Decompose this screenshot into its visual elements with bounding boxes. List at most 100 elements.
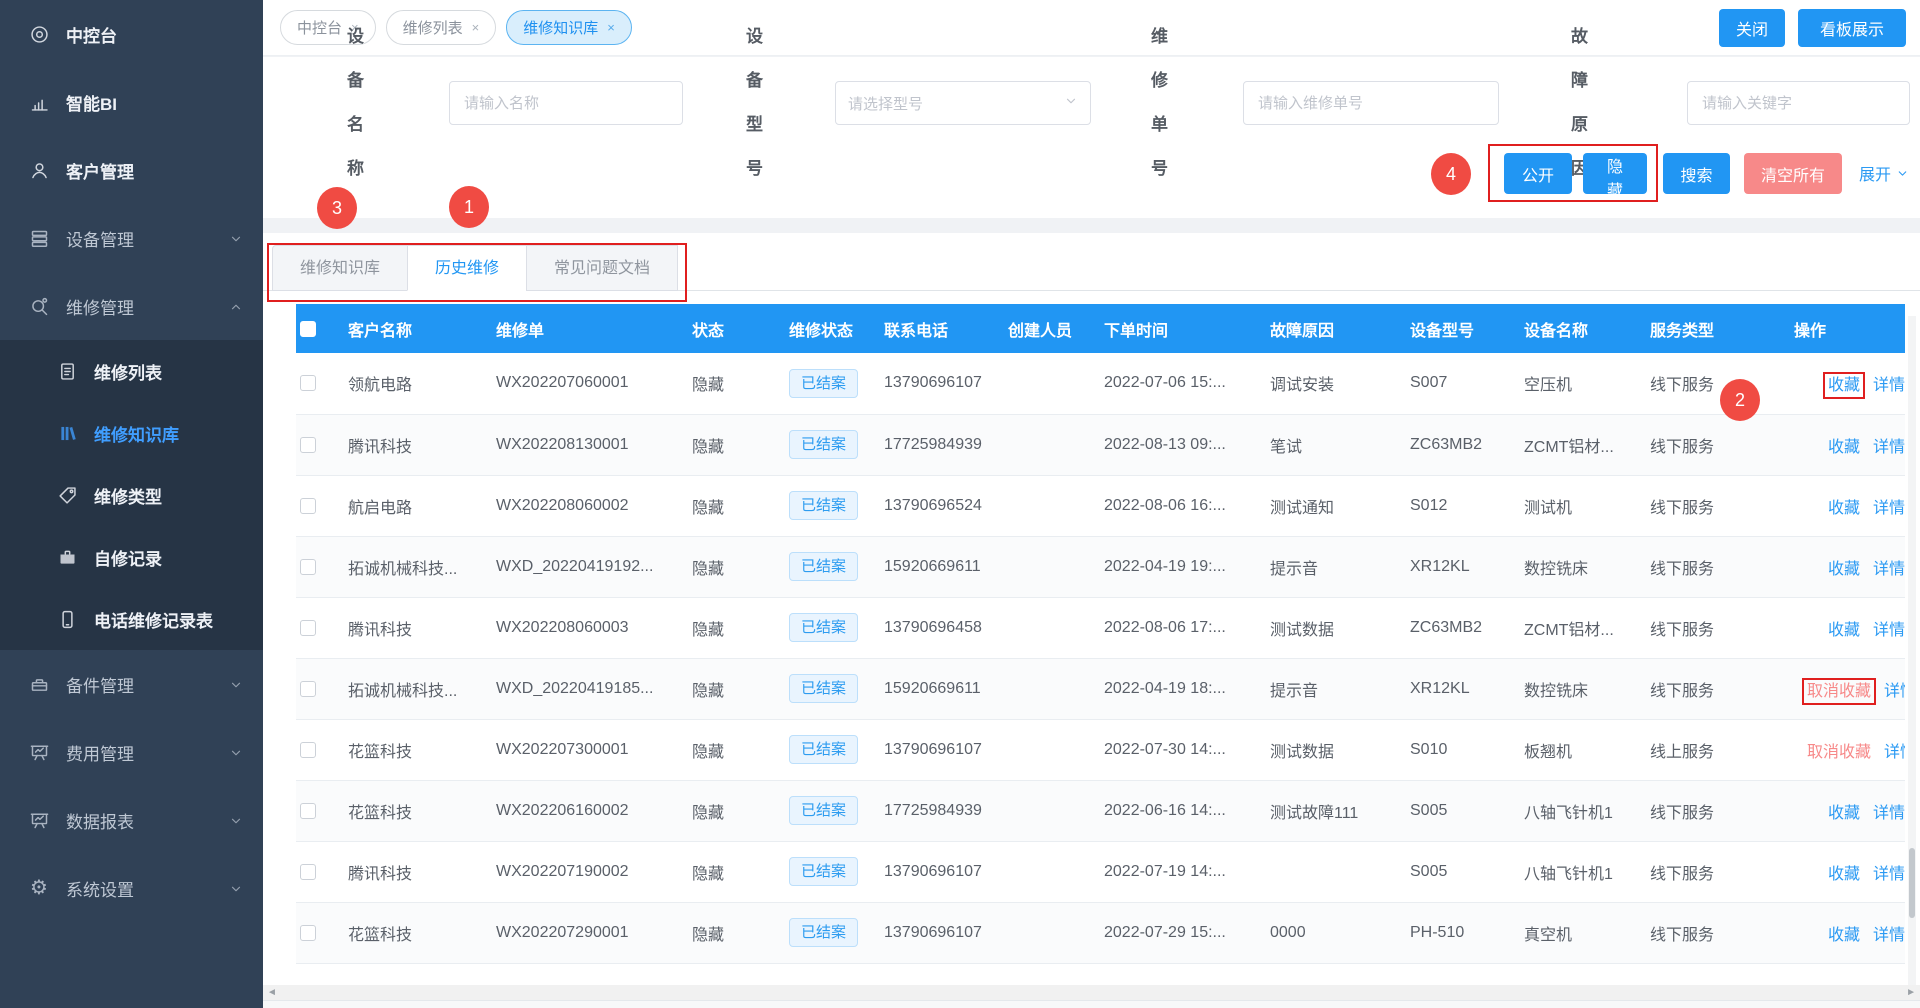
sidebar-item-label: 数据报表 [66, 808, 134, 833]
detail-link[interactable]: 详情 [1873, 866, 1905, 883]
bottom-strip [263, 1000, 1920, 1008]
cell-model: S005 [1406, 780, 1520, 841]
detail-link[interactable]: 详情 [1873, 927, 1905, 944]
sidebar-item-self-repair-records[interactable]: 自修记录 [0, 526, 263, 588]
table-row: 航启电路WX202208060002隐藏已结案137906965242022-0… [296, 475, 1905, 536]
row-checkbox[interactable] [300, 620, 316, 636]
sidebar-item-repair-mgmt[interactable]: 维修管理 [0, 272, 263, 340]
column-header: 服务类型 [1646, 304, 1790, 353]
favorite-link[interactable]: 收藏 [1828, 622, 1860, 639]
cell-service: 线下服务 [1646, 902, 1790, 963]
scroll-right-icon[interactable]: ► [1906, 988, 1916, 998]
close-icon[interactable]: × [472, 20, 480, 35]
detail-link[interactable]: 详情 [1873, 439, 1905, 456]
chevron-down-icon [229, 745, 243, 759]
table-row: 腾讯科技WX202208130001隐藏已结案177259849392022-0… [296, 414, 1905, 475]
page-tag-repair-list[interactable]: 维修列表× [386, 10, 497, 45]
row-checkbox-cell [296, 597, 344, 658]
row-checkbox[interactable] [300, 742, 316, 758]
favorite-link[interactable]: 收藏 [1828, 561, 1860, 578]
repair-status-badge: 已结案 [789, 552, 858, 581]
cell-customer: 领航电路 [344, 353, 492, 414]
favorite-link[interactable]: 收藏 [1828, 866, 1860, 883]
expand-link[interactable]: 展开 [1859, 161, 1909, 185]
sidebar-item-customer-mgmt[interactable]: 客户管理 [0, 136, 263, 204]
sidebar-item-label: 费用管理 [66, 740, 134, 765]
cell-order: WX202207190002 [492, 841, 688, 902]
hide-button[interactable]: 隐藏 [1583, 153, 1647, 194]
cell-service: 线下服务 [1646, 780, 1790, 841]
filter-actions: 公开 隐藏 搜索 清空所有 展开 [263, 153, 1920, 194]
public-button[interactable]: 公开 [1504, 153, 1572, 194]
chevron-down-icon [229, 813, 243, 827]
table-row: 拓诚机械科技...WXD_20220419185...隐藏已结案15920669… [296, 658, 1905, 719]
filter-control-device-model: 请选择型号 [835, 81, 1091, 125]
row-checkbox[interactable] [300, 864, 316, 880]
row-checkbox[interactable] [300, 498, 316, 514]
sidebar-item-data-reports[interactable]: 数据报表 [0, 786, 263, 854]
row-checkbox[interactable] [300, 375, 316, 391]
search-button[interactable]: 搜索 [1663, 153, 1730, 194]
close-button[interactable]: 关闭 [1719, 9, 1785, 47]
repair-status-badge: 已结案 [789, 857, 858, 886]
detail-link[interactable]: 详情 [1873, 561, 1905, 578]
favorite-link[interactable]: 收藏 [1828, 927, 1860, 944]
detail-link[interactable]: 详情 [1873, 377, 1905, 394]
sidebar-item-console[interactable]: 中控台 [0, 0, 263, 68]
sidebar-item-system-settings[interactable]: ⚙系统设置 [0, 854, 263, 922]
sidebar-item-spare-parts-mgmt[interactable]: 备件管理 [0, 650, 263, 718]
row-checkbox[interactable] [300, 803, 316, 819]
tab-history-repair[interactable]: 历史维修 [407, 245, 527, 291]
detail-link[interactable]: 详情 [1873, 805, 1905, 822]
sidebar-item-repair-list[interactable]: 维修列表 [0, 340, 263, 402]
sidebar-item-label: 智能BI [66, 90, 117, 115]
tab-repair-knowledge[interactable]: 维修知识库 [272, 245, 408, 291]
favorite-link[interactable]: 收藏 [1828, 377, 1860, 394]
row-checkbox[interactable] [300, 681, 316, 697]
repair-status-badge: 已结案 [789, 918, 858, 947]
board-display-button[interactable]: 看板展示 [1798, 9, 1906, 47]
vertical-scrollbar[interactable] [1908, 316, 1916, 985]
scroll-left-icon[interactable]: ◄ [267, 988, 277, 998]
row-checkbox[interactable] [300, 925, 316, 941]
favorite-link[interactable]: 收藏 [1828, 439, 1860, 456]
sidebar-item-label: 客户管理 [66, 158, 134, 183]
detail-link[interactable]: 详情 [1884, 744, 1905, 761]
tab-faq-docs[interactable]: 常见问题文档 [526, 245, 678, 291]
table-row: 花篮科技WX202207300001隐藏已结案137906961072022-0… [296, 719, 1905, 780]
detail-link[interactable]: 详情 [1884, 683, 1905, 700]
fault-reason-input[interactable] [1687, 81, 1910, 125]
detail-link[interactable]: 详情 [1873, 500, 1905, 517]
cell-operations: 收藏详情 [1790, 353, 1905, 414]
cancel-favorite-link[interactable]: 取消收藏 [1807, 683, 1871, 700]
select-all-checkbox[interactable] [300, 321, 316, 337]
horizontal-scrollbar[interactable]: ◄ ► [263, 985, 1920, 1000]
sidebar-item-phone-repair-records[interactable]: 电话维修记录表 [0, 588, 263, 650]
cell-creator [1004, 902, 1100, 963]
knowledge-tabs: 维修知识库历史维修常见问题文档 [263, 245, 1920, 291]
column-header: 故障原因 [1266, 304, 1406, 353]
favorite-link[interactable]: 收藏 [1828, 500, 1860, 517]
sidebar-item-repair-type[interactable]: 维修类型 [0, 464, 263, 526]
sidebar-item-repair-knowledge[interactable]: 维修知识库 [0, 402, 263, 464]
gear-icon: ⚙ [28, 877, 50, 899]
sidebar-item-device-mgmt[interactable]: 设备管理 [0, 204, 263, 272]
vertical-scrollbar-thumb[interactable] [1909, 848, 1915, 918]
device-name-input[interactable] [449, 81, 683, 125]
page-tag-repair-knowledge[interactable]: 维修知识库× [506, 10, 632, 45]
tagbar-buttons: 关闭 看板展示 [1719, 9, 1906, 47]
cell-device: 八轴飞针机1 [1520, 780, 1646, 841]
close-icon[interactable]: × [607, 20, 615, 35]
repair-order-no-input[interactable] [1243, 81, 1499, 125]
row-checkbox[interactable] [300, 437, 316, 453]
cell-order: WXD_20220419185... [492, 658, 688, 719]
detail-link[interactable]: 详情 [1873, 622, 1905, 639]
sidebar-item-smart-bi[interactable]: 智能BI [0, 68, 263, 136]
sidebar-item-expense-mgmt[interactable]: 费用管理 [0, 718, 263, 786]
device-model-select[interactable]: 请选择型号 [835, 81, 1091, 125]
row-checkbox[interactable] [300, 559, 316, 575]
clear-all-button[interactable]: 清空所有 [1744, 153, 1842, 194]
favorite-link[interactable]: 收藏 [1828, 805, 1860, 822]
cancel-favorite-link[interactable]: 取消收藏 [1807, 744, 1871, 761]
cell-fault: 测试数据 [1266, 597, 1406, 658]
